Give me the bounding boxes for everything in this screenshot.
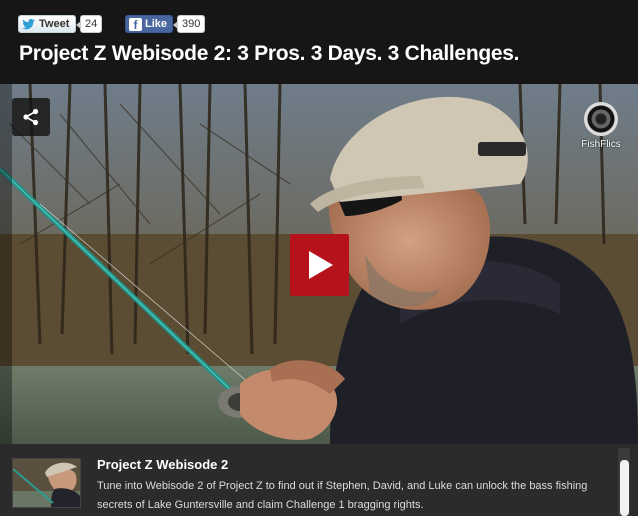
- play-button[interactable]: [290, 234, 349, 296]
- fishflics-logo-icon: [584, 102, 618, 136]
- tweet-count: 24: [75, 15, 103, 33]
- fishflics-logo[interactable]: FishFlics: [574, 102, 628, 150]
- episode-description: Tune into Webisode 2 of Project Z to fin…: [97, 480, 588, 511]
- share-icon: [23, 108, 39, 126]
- like-button[interactable]: f Like: [125, 15, 173, 33]
- tweet-widget[interactable]: Tweet 24: [18, 15, 103, 33]
- tweet-label: Tweet: [39, 18, 70, 30]
- like-label: Like: [144, 18, 167, 30]
- share-button[interactable]: [12, 98, 50, 136]
- header-bar: Tweet 24 f Like 390 Project Z Webisode 2…: [0, 0, 638, 84]
- page-title: Project Z Webisode 2: 3 Pros. 3 Days. 3 …: [19, 42, 520, 65]
- like-widget[interactable]: f Like 390: [125, 15, 206, 33]
- episode-title[interactable]: Project Z Webisode 2: [97, 457, 228, 472]
- play-icon: [308, 251, 333, 279]
- episode-info-panel: Project Z Webisode 2 Tune into Webisode …: [0, 444, 638, 516]
- scrollbar-thumb[interactable]: [620, 460, 629, 516]
- facebook-icon: f: [129, 17, 142, 32]
- fishflics-label: FishFlics: [581, 139, 621, 150]
- tweet-button[interactable]: Tweet: [18, 15, 76, 33]
- video-player[interactable]: FishFlics: [0, 84, 638, 444]
- like-count: 390: [172, 15, 206, 33]
- twitter-bird-icon: [22, 18, 36, 30]
- episode-thumbnail[interactable]: [12, 458, 81, 508]
